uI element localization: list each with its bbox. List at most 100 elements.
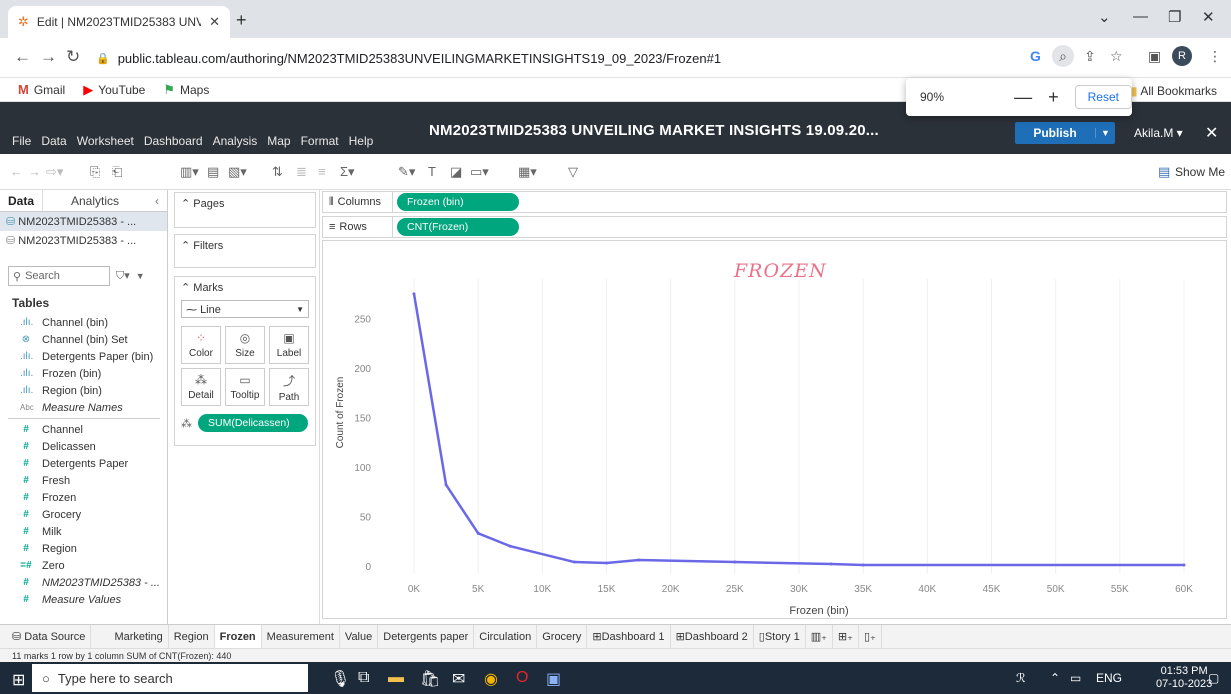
labels-icon[interactable]: T: [428, 164, 436, 179]
menu-dashboard[interactable]: Dashboard: [144, 134, 203, 148]
bookmark-youtube[interactable]: ▶ YouTube: [83, 82, 145, 98]
store-icon[interactable]: 🛍: [420, 669, 440, 689]
clear-sheet-icon[interactable]: ▧▾: [228, 164, 247, 180]
replay-icon[interactable]: ⇨▾: [46, 164, 63, 180]
minimize-icon[interactable]: —: [1133, 8, 1148, 25]
bookmark-maps[interactable]: ⚑ Maps: [163, 82, 209, 98]
sheet-tab[interactable]: Frozen: [214, 624, 262, 649]
data-source-tab[interactable]: ⛁ Data Source: [0, 624, 92, 649]
tray-chevron-icon[interactable]: ⌃: [1050, 671, 1060, 685]
reload-icon[interactable]: ↻: [66, 47, 80, 67]
new-tab-icon[interactable]: +: [236, 10, 247, 31]
browser-tab[interactable]: ✲ Edit | NM2023TMID25383 UNVE ✕: [8, 6, 230, 38]
menu-file[interactable]: File: [12, 134, 31, 148]
field-item[interactable]: .ılı. Detergents Paper (bin): [0, 348, 168, 365]
field-item[interactable]: # Region: [0, 540, 168, 557]
path-button[interactable]: ⤴ Path: [269, 368, 309, 406]
collapse-pane-icon[interactable]: ‹: [147, 190, 167, 211]
sort-asc-icon[interactable]: ≣: [296, 164, 307, 180]
sort-desc-icon[interactable]: ≡: [318, 164, 326, 179]
user-menu[interactable]: Akila.M ▾: [1134, 126, 1183, 140]
chrome-icon[interactable]: ◉: [484, 669, 498, 689]
bookmark-star-icon[interactable]: ☆: [1110, 48, 1123, 65]
pause-updates-icon[interactable]: ⎗: [112, 164, 122, 180]
clock[interactable]: 01:53 PM 07-10-2023: [1156, 665, 1212, 691]
microphone-icon[interactable]: 🎙: [330, 669, 350, 689]
sidepanel-icon[interactable]: ▣: [1148, 48, 1161, 65]
field-item[interactable]: # Milk: [0, 523, 168, 540]
new-dashboard-icon[interactable]: ⊞₊: [833, 624, 859, 649]
new-sheet-icon[interactable]: ▥▾: [180, 164, 199, 180]
field-item[interactable]: .ılı. Region (bin): [0, 382, 168, 399]
sheet-tab[interactable]: ▯ Story 1: [754, 624, 806, 649]
field-item[interactable]: # Channel: [0, 421, 168, 438]
field-item[interactable]: # Fresh: [0, 472, 168, 489]
fit-icon[interactable]: ▭▾: [470, 164, 489, 180]
highlight-icon[interactable]: ✎▾: [398, 164, 415, 180]
field-item[interactable]: Abc Measure Names: [0, 399, 168, 416]
filters-card[interactable]: ⌃ Filters: [174, 234, 316, 268]
presentation-icon[interactable]: ▦▾: [518, 164, 537, 180]
app-icon[interactable]: ▣: [546, 669, 561, 689]
profile-avatar[interactable]: R: [1172, 46, 1192, 66]
mark-type-select[interactable]: ⁓ Line ▼: [181, 300, 309, 318]
color-button[interactable]: ⁘ Color: [181, 326, 221, 364]
google-icon[interactable]: G: [1030, 48, 1041, 64]
field-item[interactable]: # Grocery: [0, 506, 168, 523]
menu-help[interactable]: Help: [349, 134, 374, 148]
sheet-tab[interactable]: Detergents paper: [378, 624, 475, 649]
menu-data[interactable]: Data: [41, 134, 66, 148]
pane-menu-icon[interactable]: ▼: [136, 271, 145, 281]
field-item[interactable]: # NM2023TMID25383 - ...: [0, 574, 168, 591]
opera-icon[interactable]: O: [516, 669, 528, 687]
undo-icon[interactable]: ←: [10, 164, 23, 179]
back-icon[interactable]: ←: [14, 47, 31, 67]
forward-icon[interactable]: →: [40, 47, 57, 67]
all-bookmarks[interactable]: ▮ All Bookmarks: [1131, 84, 1217, 98]
field-item[interactable]: # Frozen: [0, 489, 168, 506]
swap-icon[interactable]: ⇅: [272, 164, 283, 180]
zoom-in-button[interactable]: +: [1048, 87, 1059, 108]
columns-pill[interactable]: Frozen (bin): [397, 193, 519, 211]
filter-fields-icon[interactable]: ⛉▾: [116, 269, 130, 283]
network-icon[interactable]: ▭: [1070, 671, 1081, 685]
field-item[interactable]: # Measure Values: [0, 591, 168, 608]
label-button[interactable]: ▣ Label: [269, 326, 309, 364]
windows-start-icon[interactable]: ⊞: [12, 670, 25, 690]
sheet-tab[interactable]: Grocery: [537, 624, 588, 649]
bookmark-gmail[interactable]: M Gmail: [18, 82, 65, 97]
sheet-tab[interactable]: Circulation: [474, 624, 538, 649]
share-icon[interactable]: ⇪: [1084, 48, 1096, 65]
zoom-reset-button[interactable]: Reset: [1074, 85, 1132, 109]
mail-icon[interactable]: ✉: [452, 669, 465, 689]
size-button[interactable]: ◎ Size: [225, 326, 265, 364]
language-indicator[interactable]: ENG: [1096, 671, 1122, 685]
detail-button[interactable]: ⁂ Detail: [181, 368, 221, 406]
maximize-icon[interactable]: ❐: [1168, 8, 1181, 26]
taskbar-search-input[interactable]: ○ Type here to search: [32, 664, 308, 692]
task-view-icon[interactable]: ⧉: [358, 669, 369, 687]
tab-data[interactable]: Data: [0, 190, 42, 211]
sheet-tab[interactable]: Region: [169, 624, 215, 649]
datasource-secondary[interactable]: ⛁ NM2023TMID25383 - ...: [0, 231, 167, 250]
new-worksheet-icon[interactable]: ▥₊: [806, 624, 833, 649]
field-item[interactable]: =# Zero: [0, 557, 168, 574]
show-me-button[interactable]: Show Me: [1175, 165, 1225, 179]
menu-format[interactable]: Format: [301, 134, 339, 148]
publish-button[interactable]: Publish ▼: [1015, 122, 1115, 144]
field-item[interactable]: .ılı. Frozen (bin): [0, 365, 168, 382]
datasource-primary[interactable]: ⛁ NM2023TMID25383 - ...: [0, 212, 167, 231]
menu-map[interactable]: Map: [267, 134, 290, 148]
field-search-input[interactable]: ⚲ Search: [8, 266, 110, 286]
window-close-icon[interactable]: ✕: [1202, 8, 1215, 26]
field-item[interactable]: .ılı. Channel (bin): [0, 314, 168, 331]
sheet-tab[interactable]: Value: [340, 624, 379, 649]
people-icon[interactable]: ℛ: [1016, 671, 1026, 685]
totals-icon[interactable]: Σ▾: [340, 164, 355, 180]
new-story-icon[interactable]: ▯₊: [859, 624, 882, 649]
sheet-tab[interactable]: Marketing: [109, 624, 169, 649]
tab-close-icon[interactable]: ✕: [209, 14, 220, 30]
field-item[interactable]: ⊗ Channel (bin) Set: [0, 331, 168, 348]
rows-pill[interactable]: CNT(Frozen): [397, 218, 519, 236]
new-datasource-icon[interactable]: ⎘: [90, 164, 100, 180]
